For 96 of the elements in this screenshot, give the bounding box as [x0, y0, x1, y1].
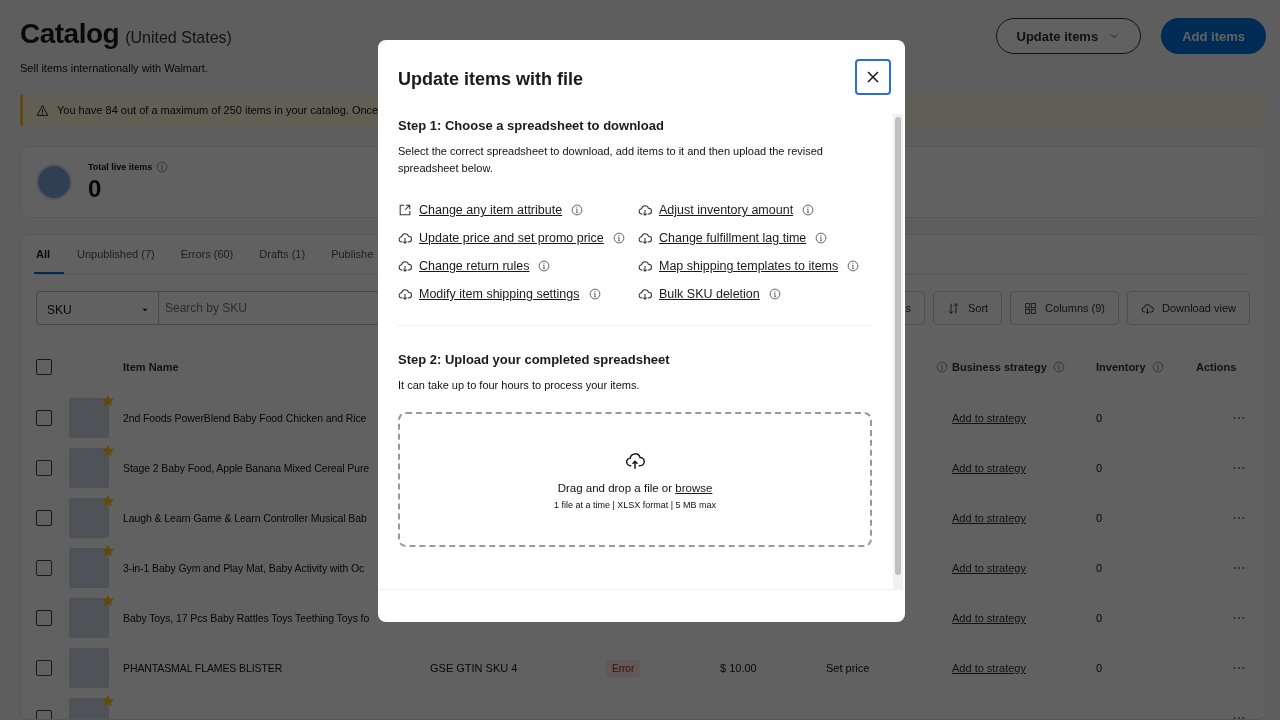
info-icon	[538, 260, 551, 272]
cart-image-placeholder	[36, 164, 72, 200]
add-to-strategy-link[interactable]: Add to strategy	[952, 412, 1026, 424]
cloud-download-icon	[638, 259, 652, 273]
spreadsheet-link[interactable]: Bulk SKU deletion	[659, 287, 760, 301]
checkbox[interactable]	[36, 610, 52, 626]
column-header: Business strategy	[952, 361, 1047, 373]
product-photo-placeholder	[69, 448, 109, 488]
tab[interactable]: Unpublished (7)	[64, 235, 168, 274]
spreadsheet-link[interactable]: Update price and set promo price	[419, 231, 604, 245]
cloud-download-icon	[638, 231, 652, 245]
info-icon	[768, 288, 781, 300]
spreadsheet-link[interactable]: Adjust inventory amount	[659, 203, 794, 217]
product-photo-placeholder	[69, 598, 109, 638]
spreadsheet-link[interactable]: Change any item attribute	[419, 203, 563, 217]
toolbar-button[interactable]: Columns (9)	[1010, 291, 1119, 325]
item-name: 3-in-1 Baby Gym and Play Mat, Baby Activity with Oc	[123, 562, 365, 574]
cloud-download-icon	[1141, 301, 1154, 315]
info-icon	[588, 288, 601, 300]
add-to-strategy-link[interactable]: Add to strategy	[952, 512, 1026, 524]
price-text: $ 10.00	[720, 662, 757, 674]
file-dropzone[interactable]: Drag and drop a file or browse 1 file at a time | XLSX format | 5 MB max	[398, 412, 872, 547]
cloud-download-icon	[398, 287, 412, 301]
grid-icon	[1024, 301, 1038, 315]
tab[interactable]: Drafts (1)	[246, 235, 319, 274]
spreadsheet-link[interactable]: Change fulfillment lag time	[659, 231, 807, 245]
checkbox[interactable]	[36, 560, 52, 576]
dropzone-text: Drag and drop a file or browse	[557, 481, 713, 494]
summary-value: 0	[88, 175, 103, 203]
product-photo-placeholder	[69, 398, 109, 438]
spreadsheet-link[interactable]: Map shipping templates to items	[659, 259, 839, 273]
add-to-strategy-link[interactable]: Add to strategy	[952, 662, 1026, 674]
checkbox[interactable]	[36, 660, 52, 676]
info-icon	[815, 232, 828, 244]
add-items-button[interactable]: Add items	[1161, 18, 1266, 54]
dialog-title: Update items with file	[398, 69, 584, 90]
item-name: Laugh & Learn Game & Learn Controller Musical Bab	[123, 512, 367, 524]
info-icon	[156, 161, 169, 173]
product-photo-placeholder	[69, 548, 109, 588]
item-name: Baby Toys, 17 Pcs Baby Rattles Toys Teething Toys fo	[123, 612, 370, 624]
cloud-download-icon	[638, 287, 652, 301]
step-description: Select the correct spreadsheet to download, add items to it and then upload the revised spreadsheet below.	[398, 144, 824, 176]
update-items-button[interactable]: Update items	[995, 18, 1142, 54]
inventory-value: 0	[1096, 462, 1103, 474]
add-to-strategy-link[interactable]: Add to strategy	[952, 462, 1026, 474]
price-action-text: Set price	[826, 662, 870, 674]
checkbox[interactable]	[36, 510, 52, 526]
browse-link[interactable]: browse	[675, 481, 713, 494]
add-to-strategy-link[interactable]: Add to strategy	[952, 562, 1026, 574]
cloud-download-icon	[398, 259, 412, 273]
inventory-value: 0	[1096, 662, 1103, 674]
step-heading: Step 2: Upload your completed spreadsheet	[398, 352, 671, 367]
checkbox[interactable]	[36, 460, 52, 476]
close-button[interactable]	[855, 59, 891, 95]
checkbox[interactable]	[36, 359, 52, 375]
info-icon	[612, 232, 625, 244]
status-badge: Error	[606, 659, 641, 677]
column-header: Item Name	[123, 361, 179, 373]
product-photo-placeholder	[69, 498, 109, 538]
item-name: PHANTASMAL FLAMES BLISTER	[123, 662, 283, 674]
item-name: Stage 2 Baby Food, Apple Banana Mixed Cereal Pure	[123, 462, 370, 474]
cloud-download-icon	[398, 231, 412, 245]
alert-text: You have 84 out of a maximum of 250 items in your catalog. Once	[57, 104, 379, 116]
info-icon	[802, 204, 815, 216]
spreadsheet-link[interactable]: Change return rules	[419, 259, 530, 273]
tab[interactable]: Errors (60)	[167, 235, 247, 274]
step-heading: Step 1: Choose a spreadsheet to download	[398, 118, 665, 133]
dropzone-hint: 1 file at a time | XLSX format | 5 MB max	[553, 499, 717, 510]
external-link-icon	[398, 203, 412, 217]
page-title: Catalog	[20, 18, 120, 50]
close-icon	[865, 69, 881, 85]
sort-icon	[946, 301, 960, 315]
toolbar-button[interactable]: Download view	[1127, 291, 1250, 325]
info-icon	[571, 204, 584, 216]
inventory-value: 0	[1096, 412, 1103, 424]
info-icon	[847, 260, 860, 272]
inventory-value: 0	[1096, 612, 1103, 624]
inventory-value: 0	[1096, 562, 1103, 574]
toolbar-button[interactable]: Sort	[932, 291, 1003, 325]
step-description: It can take up to four hours to process your items.	[398, 378, 641, 393]
summary-label: Total live items	[88, 162, 153, 172]
sku-text: GSE GTIN SKU 4	[430, 662, 518, 674]
warning-icon	[36, 103, 49, 117]
column-header: Actions	[1196, 361, 1237, 373]
checkbox[interactable]	[36, 410, 52, 426]
cloud-download-icon	[638, 203, 652, 217]
region-label: (United States)	[125, 29, 232, 47]
tab[interactable]: Publishe	[318, 235, 387, 274]
page-subtitle: Sell items internationally with Walmart.	[20, 62, 209, 74]
scrollbar-thumb[interactable]	[895, 117, 901, 575]
tab[interactable]: All	[34, 235, 65, 274]
field-select[interactable]: SKU	[36, 291, 159, 325]
column-header: Inventory	[1096, 361, 1146, 373]
add-to-strategy-link[interactable]: Add to strategy	[952, 612, 1026, 624]
inventory-value: 0	[1096, 512, 1103, 524]
item-name: 2nd Foods PowerBlend Baby Food Chicken and Rice	[123, 412, 367, 424]
